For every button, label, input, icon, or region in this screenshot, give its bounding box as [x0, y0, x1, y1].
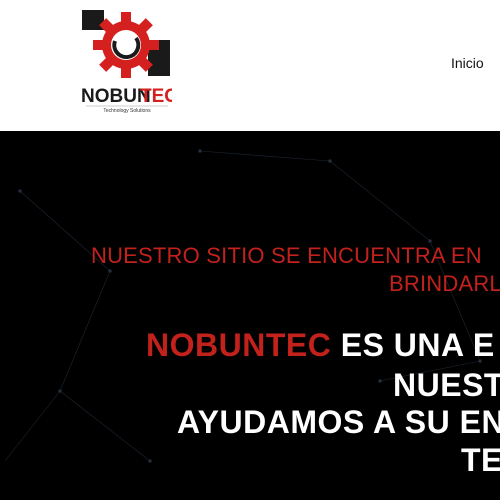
headline-brand: NOBUNTEC: [146, 327, 332, 363]
logo-brand-suffix: TEC: [140, 86, 172, 107]
logo-tagline: Technology Solutions: [103, 108, 151, 114]
notice-line-2: BRINDARL: [389, 271, 500, 296]
site-header: NOBUN TEC Technology Solutions Inicio: [0, 0, 500, 131]
headline-line-3: AYUDAMOS A SU EN: [177, 404, 500, 440]
hero-section: NUESTRO SITIO SE ENCUENTRA EN BRINDARL N…: [0, 131, 500, 500]
notice-line-1: NUESTRO SITIO SE ENCUENTRA EN: [91, 243, 482, 268]
headline-line-1-rest: ES UNA E: [331, 327, 495, 363]
network-background: [4, 149, 482, 463]
site-logo[interactable]: NOBUN TEC Technology Solutions: [80, 8, 178, 116]
gear-icon: NOBUN TEC Technology Solutions: [81, 10, 178, 114]
nav-link-inicio[interactable]: Inicio: [451, 55, 484, 71]
headline-line-2: NUEST: [393, 367, 500, 403]
headline-line-4: TE: [461, 442, 500, 478]
headline-line-1: NOBUNTEC ES UNA E: [146, 327, 495, 364]
